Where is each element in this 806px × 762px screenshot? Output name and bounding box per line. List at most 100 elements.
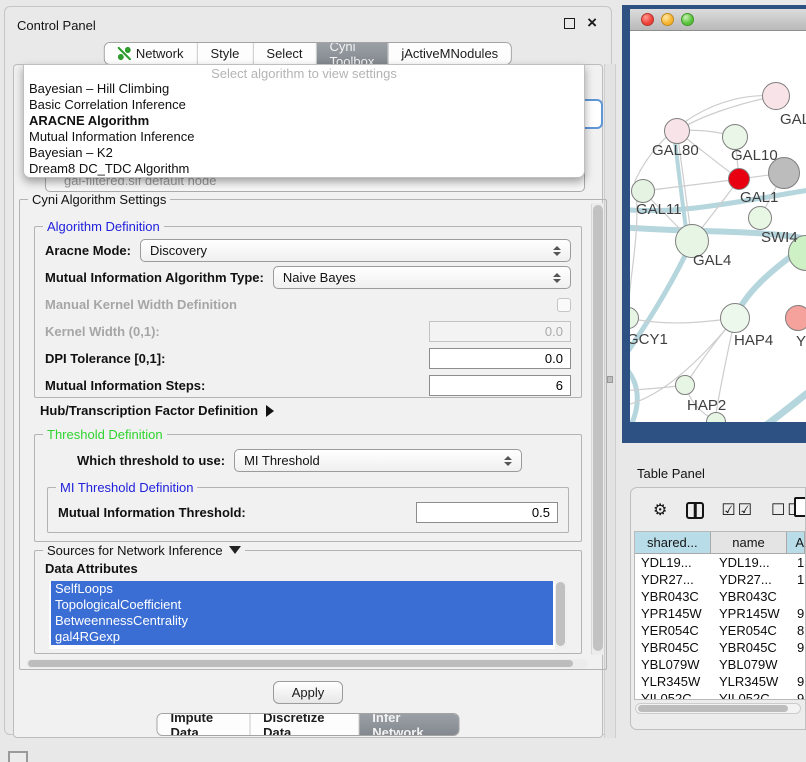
dropdown-option-dream8-dc-tdc-algorithm[interactable]: Dream8 DC_TDC Algorithm — [24, 161, 584, 177]
node-label-gal80: GAL80 — [652, 142, 699, 159]
network-graph-icon — [118, 47, 131, 60]
tab-cyni-toolbox[interactable]: Cyni Toolbox — [316, 43, 388, 64]
table-row[interactable]: YBL079WYBL079W — [635, 656, 805, 673]
dropdown-option-bayesian-hill-climbing[interactable]: Bayesian – Hill Climbing — [24, 81, 584, 97]
node-label-swi4: SWI4 — [761, 229, 798, 246]
network-node-gal11[interactable] — [631, 179, 655, 203]
mi-type-select[interactable]: Naive Bayes — [273, 266, 571, 289]
dpi-tolerance-input[interactable] — [429, 348, 571, 369]
table-horizontal-scrollbar[interactable] — [635, 703, 801, 714]
tab-label: Infer Network — [372, 713, 445, 736]
new-table-icon[interactable] — [794, 497, 806, 517]
network-canvas[interactable]: GAL7GAL80GAL10GAL1GAL11SWI4GAL4GCY1HAP4Y… — [630, 31, 806, 422]
cell: YBR043C — [635, 589, 711, 604]
hub-definition-expander[interactable]: Hub/Transcription Factor Definition — [40, 403, 274, 418]
settings-horizontal-scrollbar[interactable] — [26, 659, 588, 668]
cell: YER054C — [711, 623, 788, 638]
mi-type-value: Naive Bayes — [283, 270, 356, 285]
kernel-width-input[interactable] — [429, 321, 571, 342]
checked-columns-icon[interactable]: ☑☑ — [721, 503, 754, 519]
manual-kernel-label: Manual Kernel Width Definition — [45, 297, 237, 312]
dropdown-placeholder: Select algorithm to view settings — [24, 65, 584, 81]
attribute-item-gal4rgexp[interactable]: gal4RGexp — [51, 629, 553, 645]
column-header-a[interactable]: A — [787, 532, 805, 553]
tab-style[interactable]: Style — [197, 43, 253, 64]
float-panel-icon[interactable] — [564, 18, 575, 29]
list-vertical-scrollbar[interactable] — [555, 581, 567, 649]
which-threshold-select[interactable]: MI Threshold — [234, 449, 522, 472]
attribute-item-selfloops[interactable]: SelfLoops — [51, 581, 553, 597]
table-row[interactable]: YER054CYER054C8. — [635, 622, 805, 639]
mi-steps-input[interactable] — [429, 375, 571, 396]
algorithm-definition-title: Algorithm Definition — [43, 219, 164, 234]
collapse-down-icon[interactable] — [229, 546, 241, 554]
dropdown-option-basic-correlation-inference[interactable]: Basic Correlation Inference — [24, 97, 584, 113]
dropdown-option-aracne-algorithm[interactable]: ARACNE Algorithm — [24, 113, 584, 129]
scrollbar-thumb[interactable] — [28, 660, 573, 667]
dropdown-options: Bayesian – Hill ClimbingBasic Correlatio… — [24, 81, 584, 177]
aracne-mode-select[interactable]: Discovery — [140, 239, 571, 262]
mi-threshold-input[interactable] — [416, 502, 558, 523]
table-row[interactable]: YBR043CYBR043C — [635, 588, 805, 605]
aracne-mode-value: Discovery — [150, 243, 207, 258]
network-node-gal7[interactable] — [762, 82, 790, 110]
panel-resize-handle[interactable] — [607, 376, 613, 383]
scrollbar-thumb[interactable] — [593, 205, 603, 651]
minimized-panel-icon[interactable] — [8, 751, 28, 762]
column-header-name[interactable]: name — [711, 532, 788, 553]
table-row[interactable]: YPR145WYPR145W9. — [635, 605, 805, 622]
tab-jactivemnodules[interactable]: jActiveMNodules — [387, 43, 511, 64]
table-panel-window: ⚙☑☑☐☐ shared...nameA YDL19...YDL19...13Y… — [630, 487, 806, 730]
sources-title-text: Sources for Network Inference — [47, 543, 223, 558]
scrollbar-thumb[interactable] — [638, 705, 788, 712]
network-node-swi4[interactable] — [748, 206, 772, 230]
tab-discretize-data[interactable]: Discretize Data — [249, 714, 358, 735]
top-tab-bar: NetworkStyleSelectCyni ToolboxjActiveMNo… — [104, 42, 512, 65]
gear-icon[interactable]: ⚙ — [653, 503, 669, 519]
manual-kernel-checkbox[interactable] — [557, 298, 571, 312]
tab-infer-network[interactable]: Infer Network — [358, 714, 458, 735]
tab-select[interactable]: Select — [252, 43, 315, 64]
table-row[interactable]: YIL052CYIL052C9. — [635, 690, 805, 699]
zoom-traffic-icon[interactable] — [681, 13, 694, 26]
close-traffic-icon[interactable] — [641, 13, 654, 26]
algorithm-definition-group: Algorithm Definition Aracne Mode: Discov… — [34, 226, 582, 398]
table-row[interactable]: YDR27...YDR27...12 — [635, 571, 805, 588]
cell: YIL052C — [635, 691, 711, 699]
tab-impute-data[interactable]: Impute Data — [158, 714, 250, 735]
network-node-y[interactable] — [785, 305, 806, 331]
minimize-traffic-icon[interactable] — [661, 13, 674, 26]
cell: YBL079W — [635, 657, 711, 672]
attribute-item-betweennesscentrality[interactable]: BetweennessCentrality — [51, 613, 553, 629]
dropdown-option-bayesian-k2[interactable]: Bayesian – K2 — [24, 145, 584, 161]
cell: 9. — [788, 691, 805, 699]
node-label-gcy1: GCY1 — [630, 331, 668, 348]
apply-button[interactable]: Apply — [273, 681, 343, 704]
network-node-gal80[interactable] — [664, 118, 690, 144]
cell: YDR27... — [711, 572, 788, 587]
spinner-arrows-icon — [553, 273, 561, 283]
network-window-titlebar[interactable] — [630, 9, 806, 31]
table-row[interactable]: YLR345WYLR345W9. — [635, 673, 805, 690]
scrollbar-thumb[interactable] — [556, 582, 565, 646]
cell: 8. — [788, 623, 805, 638]
attribute-item-topologicalcoefficient[interactable]: TopologicalCoefficient — [51, 597, 553, 613]
tab-network[interactable]: Network — [105, 43, 197, 64]
split-view-icon[interactable] — [686, 502, 704, 519]
cell: YBR043C — [711, 589, 788, 604]
cell: 9. — [788, 606, 805, 621]
network-node-hap4[interactable] — [720, 303, 750, 333]
table-row[interactable]: YDL19...YDL19...13 — [635, 554, 805, 571]
mi-steps-label: Mutual Information Steps: — [45, 378, 205, 393]
close-icon[interactable]: × — [587, 17, 597, 29]
network-node-hap2[interactable] — [675, 375, 695, 395]
which-threshold-value: MI Threshold — [244, 453, 320, 468]
table-row[interactable]: YBR045CYBR045C9. — [635, 639, 805, 656]
network-node-gal1[interactable] — [728, 168, 750, 190]
cell: 9. — [788, 640, 805, 655]
mi-type-label: Mutual Information Algorithm Type: — [45, 270, 264, 285]
dropdown-option-mutual-information-inference[interactable]: Mutual Information Inference — [24, 129, 584, 145]
sources-group-title: Sources for Network Inference — [43, 543, 245, 558]
settings-vertical-scrollbar[interactable] — [591, 203, 604, 655]
column-header-shared[interactable]: shared... — [635, 532, 711, 553]
